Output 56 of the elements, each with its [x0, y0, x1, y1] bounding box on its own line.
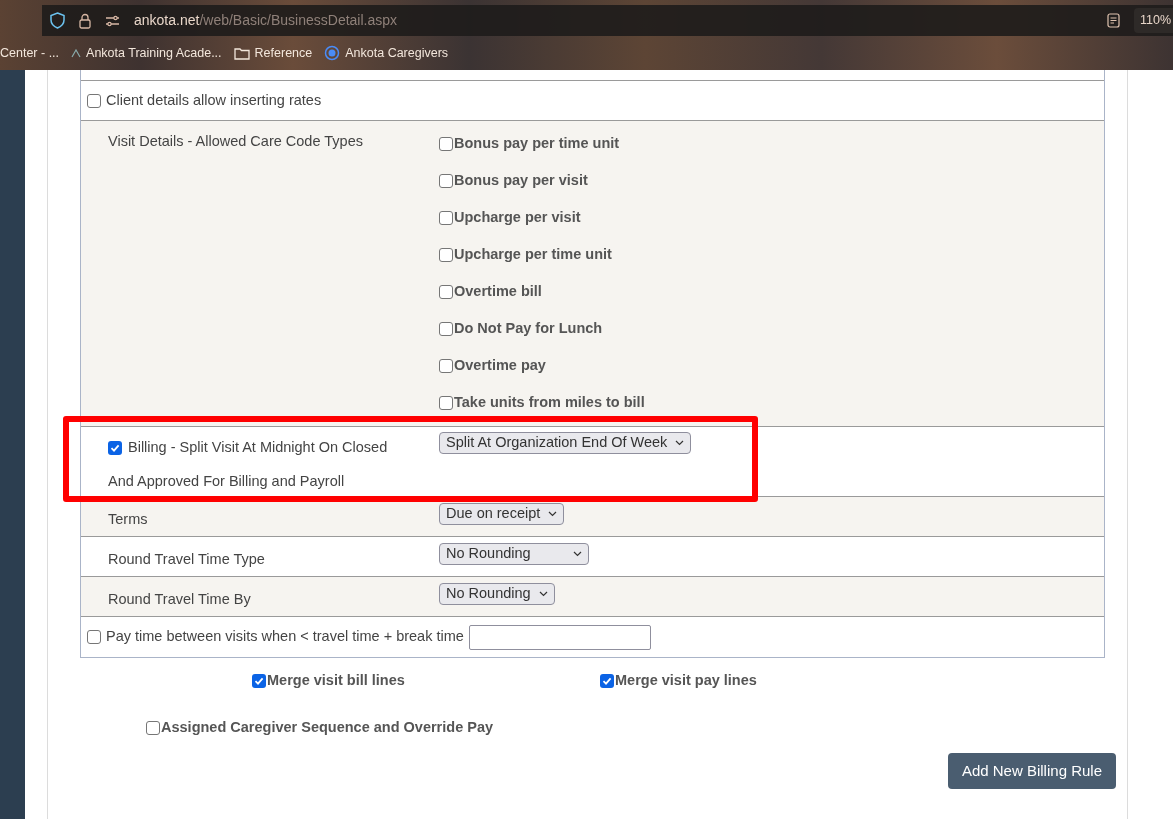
option-label: Upcharge per visit — [454, 208, 581, 228]
dropdown[interactable]: Split At Organization End Of Week — [439, 432, 692, 454]
field-label: Round Travel Time By — [107, 590, 252, 609]
chevron-down-icon — [548, 511, 558, 517]
dropdown[interactable]: No Rounding — [439, 583, 555, 605]
settings-icon[interactable] — [105, 14, 120, 27]
option-label: Do Not Pay for Lunch — [454, 319, 603, 339]
checkbox[interactable] — [108, 440, 122, 455]
option-label: Client details allow inserting rates — [106, 90, 322, 110]
checkbox[interactable] — [439, 285, 453, 299]
checkbox[interactable] — [439, 174, 453, 188]
checkbox[interactable] — [439, 211, 453, 225]
checkbox[interactable] — [439, 137, 453, 151]
option-label: Bonus pay per visit — [454, 171, 588, 191]
option-label: Merge visit bill lines — [267, 671, 405, 691]
bookmark[interactable]: Ankota Training Acade... — [86, 43, 222, 63]
chevron-down-icon — [573, 551, 582, 557]
bookmark[interactable]: Center - ... — [0, 43, 60, 63]
url-text[interactable]: ankota.net/web/Basic/BusinessDetail.aspx — [134, 10, 1093, 31]
bookmark[interactable]: Ankota Caregivers — [345, 43, 449, 63]
option-label: Assigned Caregiver Sequence and Override Pay — [161, 718, 494, 738]
checkbox[interactable] — [87, 93, 101, 108]
option-label: Overtime pay — [454, 356, 546, 376]
chevron-down-icon — [538, 591, 548, 597]
chevron-down-icon — [675, 440, 685, 446]
target-icon — [324, 45, 341, 61]
checkbox[interactable] — [146, 721, 160, 735]
shield-icon — [50, 12, 65, 29]
checkbox[interactable] — [439, 396, 453, 410]
checkbox[interactable] — [439, 248, 453, 262]
bookmark[interactable]: Reference — [254, 43, 313, 63]
dropdown[interactable]: No Rounding — [439, 543, 589, 565]
option-label: Upcharge per time unit — [454, 245, 612, 265]
checkbox[interactable] — [439, 359, 453, 373]
checkbox[interactable] — [87, 630, 101, 644]
field-label: Terms — [107, 510, 149, 529]
option-label: Overtime bill — [454, 282, 542, 302]
option-label: Take units from miles to bill — [454, 393, 645, 413]
field-label: And Approved For Billing and Payroll — [108, 471, 346, 491]
option-label: Bonus pay per time unit — [454, 134, 620, 154]
input-field[interactable] — [468, 624, 651, 650]
checkbox[interactable] — [252, 674, 266, 688]
folder-icon — [233, 46, 250, 60]
field-label: Billing - Split Visit At Midnight On Closed — [128, 438, 388, 457]
lock-icon — [79, 12, 91, 29]
dropdown[interactable]: Due on receipt — [439, 503, 565, 525]
field-label: Visit Details - Allowed Care Code Types — [107, 132, 364, 151]
zoom-level[interactable]: 110% — [1133, 8, 1173, 33]
option-label: Pay time between visits when < travel time + break time — [106, 627, 464, 647]
reader-view-icon[interactable] — [1106, 13, 1120, 28]
add-billing-rule-button[interactable]: Add New Billing Rule — [947, 753, 1116, 789]
field-label: Round Travel Time Type — [107, 550, 266, 569]
logo-icon — [71, 48, 82, 58]
checkbox[interactable] — [600, 674, 614, 688]
option-label: Merge visit pay lines — [615, 671, 757, 691]
checkbox[interactable] — [439, 322, 453, 336]
